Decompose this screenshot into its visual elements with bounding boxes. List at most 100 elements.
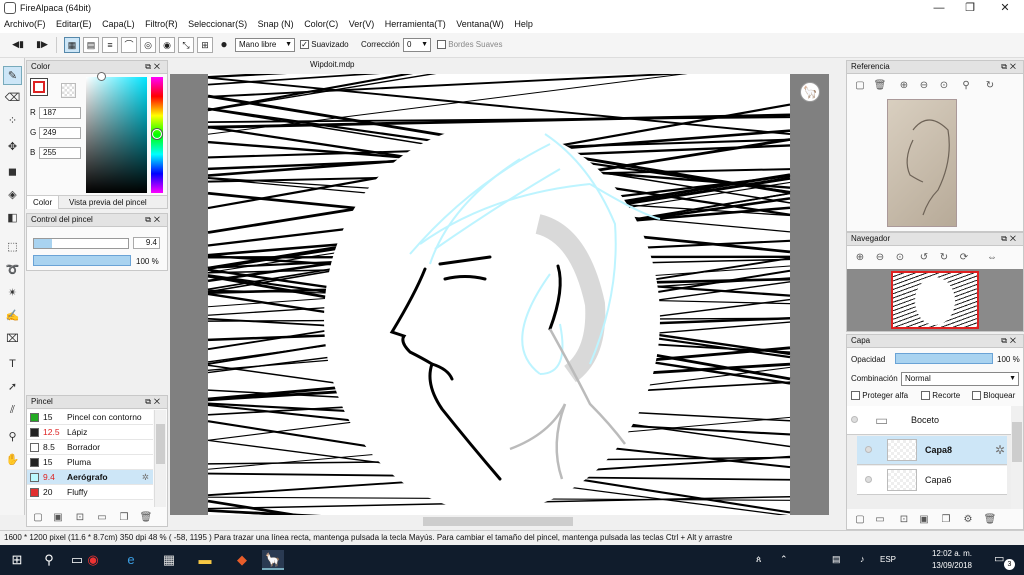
layer-folder-row[interactable]: ▭ Boceto — [847, 406, 1017, 435]
dot-icon[interactable]: ● — [216, 37, 232, 53]
bucket-tool-icon[interactable]: ◈ — [3, 186, 22, 205]
fill-tool-icon[interactable]: ◼ — [3, 163, 22, 182]
menu-layer[interactable]: Capa(L) — [98, 17, 139, 31]
brush-mode-concentric-icon[interactable]: ◉ — [159, 37, 175, 53]
zoom-fit-icon[interactable]: ⊙ — [893, 251, 907, 265]
brush-import-icon[interactable]: ⊡ — [73, 511, 87, 525]
brush-size-value[interactable]: 9.4 — [133, 237, 160, 249]
brush-mode-hatch-icon[interactable]: ▤ — [83, 37, 99, 53]
magic-wand-tool-icon[interactable]: ✴ — [3, 284, 22, 303]
layer-opacity-slider[interactable] — [895, 353, 993, 364]
brush-mode-curve-icon[interactable]: ⌒ — [121, 37, 137, 53]
canvas-artwork[interactable] — [170, 74, 829, 515]
gear-icon[interactable]: ✲ — [142, 470, 149, 484]
edge-icon[interactable]: e — [120, 550, 142, 570]
hue-slider-thumb[interactable] — [152, 129, 162, 139]
hand-tool-icon[interactable]: ✋ — [3, 451, 22, 470]
brush-mode-normal-icon[interactable]: ▦ — [64, 37, 80, 53]
layer-list-scrollbar[interactable] — [1011, 406, 1023, 509]
document-tab[interactable]: Wipdoit.mdp — [310, 60, 354, 69]
reference-image[interactable] — [887, 99, 957, 227]
menu-edit[interactable]: Editar(E) — [52, 17, 96, 31]
zoom-out-icon[interactable]: ⊖ — [873, 251, 887, 265]
navigator-viewport[interactable] — [891, 271, 979, 329]
canvas-area[interactable]: 🦙 — [170, 74, 842, 515]
menu-window[interactable]: Ventana(W) — [452, 17, 508, 31]
brush-mode-perspective-icon[interactable]: ⤡ — [178, 37, 194, 53]
menu-file[interactable]: Archivo(F) — [0, 17, 50, 31]
r-input[interactable]: 187 — [39, 107, 81, 119]
store-icon[interactable]: ▦ — [158, 550, 180, 570]
rotate-left-icon[interactable]: ↺ — [917, 251, 931, 265]
menu-snap[interactable]: Snap (N) — [254, 17, 298, 31]
trash-icon[interactable]: 🗑 — [139, 511, 153, 525]
network-icon[interactable]: ▤ — [832, 554, 841, 565]
clip-checkbox[interactable]: Recorte — [921, 391, 960, 401]
brush-tool-icon[interactable]: ✎ — [3, 66, 22, 85]
brush-item[interactable]: 8.5 Borrador — [27, 440, 153, 455]
panel-controls-icon[interactable]: ⧉✕ — [1001, 233, 1019, 245]
file-explorer-icon[interactable]: ▬ — [194, 550, 216, 570]
scrollbar-thumb[interactable] — [1012, 422, 1022, 462]
layer-import-icon[interactable]: ⊡ — [897, 513, 911, 527]
folder-icon[interactable]: ▭ — [95, 511, 109, 525]
zoom-in-icon[interactable]: ⊕ — [853, 251, 867, 265]
navigator-preview-area[interactable] — [847, 269, 1023, 331]
smoothing-checkbox[interactable]: ✓ Suavizado — [300, 40, 349, 50]
background-color-swatch[interactable] — [61, 83, 76, 98]
menu-view[interactable]: Ver(V) — [345, 17, 379, 31]
visibility-icon[interactable] — [865, 446, 872, 453]
restore-button[interactable]: ❐ — [955, 0, 985, 17]
visibility-icon[interactable] — [851, 416, 858, 423]
operation-tool-icon[interactable]: ➚ — [3, 378, 22, 397]
new-layer-icon[interactable]: ▢ — [853, 513, 867, 527]
protect-alpha-checkbox[interactable]: Proteger alfa — [851, 391, 908, 401]
layer-row[interactable]: Capa6 — [857, 466, 1007, 495]
scrollbar-thumb[interactable] — [156, 424, 165, 464]
panel-controls-icon[interactable]: ⧉✕ — [145, 61, 163, 73]
new-brush-icon[interactable]: ▢ — [31, 511, 45, 525]
firealpaca-taskbar-icon[interactable]: 🦙 — [262, 550, 284, 570]
visibility-icon[interactable] — [865, 476, 872, 483]
windows-start-icon[interactable]: ⊞ — [6, 550, 28, 570]
clock-time[interactable]: 12:02 a. m. — [930, 549, 974, 558]
layer-row-selected[interactable]: Capa8 ✲ — [857, 436, 1007, 465]
search-icon[interactable]: ⚲ — [38, 550, 60, 570]
notification-icon[interactable]: ▭ — [994, 552, 1004, 565]
rotate-right-icon[interactable]: ↻ — [937, 251, 951, 265]
menu-color[interactable]: Color(C) — [300, 17, 342, 31]
brush-opacity-slider[interactable] — [33, 255, 131, 266]
tab-color[interactable]: Color — [27, 196, 60, 209]
brush-item-selected[interactable]: 9.4 Aerógrafo ✲ — [27, 470, 153, 485]
alpaca-mascot-icon[interactable]: 🦙 — [800, 82, 820, 102]
volume-icon[interactable]: ♪ — [860, 554, 865, 564]
menu-select[interactable]: Seleccionar(S) — [184, 17, 251, 31]
brush-item[interactable]: 20 Fluffy — [27, 485, 153, 500]
trash-icon[interactable]: 🗑 — [983, 513, 997, 527]
zoom-out-icon[interactable]: ⊖ — [917, 79, 931, 93]
blend-mode-select[interactable]: Normal ▼ — [901, 372, 1019, 386]
brush-mode-radial-icon[interactable]: ◎ — [140, 37, 156, 53]
menu-filter[interactable]: Filtro(R) — [141, 17, 182, 31]
trash-icon[interactable]: 🗑 — [873, 79, 887, 93]
flip-icon[interactable]: ⇔ — [985, 251, 999, 265]
eyedropper-tool-icon[interactable]: ⚲ — [3, 428, 22, 447]
brush-item[interactable]: 12.5 Lápiz — [27, 425, 153, 440]
prev-icon[interactable]: ◀▮ — [10, 37, 26, 53]
new-reference-icon[interactable]: ▢ — [853, 79, 867, 93]
divide-tool-icon[interactable]: ⫽ — [3, 401, 22, 420]
zoom-fit-icon[interactable]: ⊙ — [937, 79, 951, 93]
layer-merge-icon[interactable]: ❐ — [939, 513, 953, 527]
lock-checkbox[interactable]: Bloquear — [972, 391, 1015, 401]
panel-controls-icon[interactable]: ⧉✕ — [145, 396, 163, 408]
layer-duplicate-icon[interactable]: ▣ — [917, 513, 931, 527]
panel-controls-icon[interactable]: ⧉✕ — [1001, 61, 1019, 73]
new-folder-icon[interactable]: ▭ — [873, 513, 887, 527]
soft-edges-checkbox[interactable]: Bordes Suaves — [437, 40, 503, 50]
minimize-button[interactable]: — — [924, 0, 954, 17]
zoom-in-icon[interactable]: ⊕ — [897, 79, 911, 93]
picker-cursor[interactable] — [97, 72, 106, 81]
panel-controls-icon[interactable]: ⧉✕ — [145, 214, 163, 226]
tab-brush-preview[interactable]: Vista previa del pincel — [69, 198, 147, 207]
eyedropper-icon[interactable]: ⚲ — [959, 79, 973, 93]
